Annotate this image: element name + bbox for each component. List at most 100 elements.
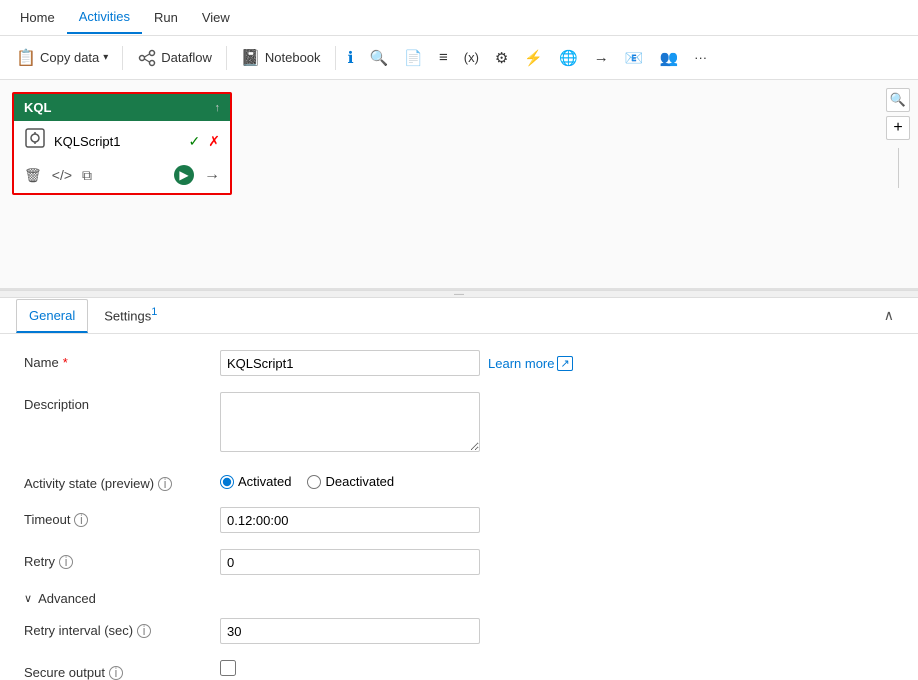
learn-more-label: Learn more	[488, 356, 554, 371]
nav-run[interactable]: Run	[142, 2, 190, 33]
timeout-input[interactable]	[220, 507, 480, 533]
activity-group1-button[interactable]: ⚙	[489, 45, 514, 71]
description-input[interactable]	[220, 392, 480, 452]
arrow-button[interactable]: →	[588, 45, 615, 70]
bottom-panel: General Settings1 ∧ Name * Learn more ↗	[0, 298, 918, 680]
canvas-plus-button[interactable]: +	[886, 116, 910, 140]
activity-state-control: Activated Deactivated	[220, 471, 894, 489]
toolbar-sep-1	[122, 46, 123, 70]
advanced-chevron-icon: ∨	[24, 592, 32, 605]
variable-button[interactable]: (x)	[458, 46, 485, 69]
name-row: Name * Learn more ↗	[24, 350, 894, 376]
retry-interval-label: Retry interval (sec) i	[24, 618, 204, 638]
activity-group2-icon: ⚡	[524, 49, 543, 67]
retry-interval-info-icon[interactable]: i	[137, 624, 151, 638]
dataflow-button[interactable]: Dataflow	[129, 44, 220, 72]
activity-group2-button[interactable]: ⚡	[518, 45, 549, 71]
retry-input[interactable]	[220, 549, 480, 575]
name-input[interactable]	[220, 350, 480, 376]
retry-label: Retry i	[24, 549, 204, 569]
name-label: Name *	[24, 350, 204, 370]
list-icon: ≡	[439, 49, 448, 66]
activity-x-icon: ✗	[208, 133, 220, 150]
output-arrow-icon[interactable]: →	[204, 166, 220, 184]
activated-radio[interactable]	[220, 475, 234, 489]
nav-home[interactable]: Home	[8, 2, 67, 33]
notebook-button[interactable]: 📓 Notebook	[233, 44, 329, 72]
canvas-area: KQL ↑ KQLScript1 ✓ ✗ 🗑 </> ⧉ ▶ → 🔍	[0, 80, 918, 290]
learn-more-icon: ↗	[557, 356, 572, 371]
timeout-label: Timeout i	[24, 507, 204, 527]
resize-handle-icon: —	[454, 289, 464, 300]
run-icon[interactable]: ▶	[174, 165, 194, 185]
toolbar-sep-3	[335, 46, 336, 70]
description-row: Description	[24, 392, 894, 455]
nav-view[interactable]: View	[190, 2, 242, 33]
description-control	[220, 392, 894, 455]
search-button[interactable]: 🔍	[364, 45, 395, 71]
kql-script-icon	[24, 127, 46, 155]
top-nav: Home Activities Run View	[0, 0, 918, 36]
variable-icon: (x)	[464, 50, 479, 65]
code-icon[interactable]: </>	[52, 167, 72, 183]
pipeline-view-button[interactable]: 📄	[398, 45, 429, 71]
description-label: Description	[24, 392, 204, 412]
activity-name-label: KQLScript1	[54, 134, 120, 149]
globe-icon: 🌐	[559, 49, 578, 67]
deactivated-radio[interactable]	[307, 475, 321, 489]
activity-state-row: Activity state (preview) i Activated Dea…	[24, 471, 894, 491]
retry-interval-control	[220, 618, 894, 644]
resize-bar[interactable]: —	[0, 290, 918, 298]
toolbar-sep-2	[226, 46, 227, 70]
copy-icon[interactable]: ⧉	[82, 167, 92, 184]
activity-state-label: Activity state (preview) i	[24, 471, 204, 491]
activity-state-info-icon[interactable]: i	[158, 477, 172, 491]
activity-scroll-up-icon[interactable]: ↑	[215, 102, 221, 114]
collapse-button[interactable]: ∧	[876, 303, 902, 328]
tab-general[interactable]: General	[16, 299, 88, 333]
search-icon: 🔍	[370, 49, 389, 67]
more-icon: ···	[694, 50, 707, 65]
tab-settings[interactable]: Settings1	[92, 298, 169, 333]
more-button[interactable]: ···	[688, 46, 713, 69]
activity-group1-icon: ⚙	[495, 49, 508, 67]
deactivated-option[interactable]: Deactivated	[307, 474, 394, 489]
info-button[interactable]: ℹ	[342, 44, 360, 72]
canvas-search-button[interactable]: 🔍	[886, 88, 910, 112]
retry-interval-input[interactable]	[220, 618, 480, 644]
activity-header: KQL ↑	[14, 94, 230, 121]
activity-header-label: KQL	[24, 100, 51, 115]
secure-output-row: Secure output i	[24, 660, 894, 680]
outlook-button[interactable]: 📧	[619, 45, 650, 71]
general-form: Name * Learn more ↗ Description	[0, 334, 918, 680]
activated-option[interactable]: Activated	[220, 474, 291, 489]
copy-data-icon: 📋	[16, 48, 36, 68]
secure-output-checkbox[interactable]	[220, 660, 236, 676]
tab-settings-badge: 1	[151, 306, 157, 318]
delete-icon[interactable]: 🗑	[24, 167, 42, 184]
list-view-button[interactable]: ≡	[433, 45, 454, 70]
secure-output-info-icon[interactable]: i	[109, 666, 123, 680]
copy-data-button[interactable]: 📋 Copy data ▾	[8, 44, 116, 72]
outlook-icon: 📧	[625, 49, 644, 67]
name-control: Learn more ↗	[220, 350, 894, 376]
timeout-row: Timeout i	[24, 507, 894, 533]
kql-activity-node[interactable]: KQL ↑ KQLScript1 ✓ ✗ 🗑 </> ⧉ ▶ →	[12, 92, 232, 195]
timeout-info-icon[interactable]: i	[74, 513, 88, 527]
tab-settings-label: Settings	[104, 308, 151, 323]
retry-info-icon[interactable]: i	[59, 555, 73, 569]
secure-output-label: Secure output i	[24, 660, 204, 680]
globe-button[interactable]: 🌐	[553, 45, 584, 71]
advanced-toggle[interactable]: ∨ Advanced	[24, 591, 894, 606]
canvas-controls: 🔍 +	[886, 88, 910, 188]
learn-more-link[interactable]: Learn more ↗	[488, 356, 573, 371]
canvas-scroll-bar	[898, 148, 899, 188]
name-required: *	[63, 355, 68, 370]
nav-activities[interactable]: Activities	[67, 1, 142, 34]
tabs-bar: General Settings1 ∧	[0, 298, 918, 334]
tab-general-label: General	[29, 308, 75, 323]
info-icon: ℹ	[348, 48, 354, 68]
teams-button[interactable]: 👥	[653, 45, 684, 71]
timeout-control	[220, 507, 894, 533]
deactivated-label: Deactivated	[325, 474, 394, 489]
